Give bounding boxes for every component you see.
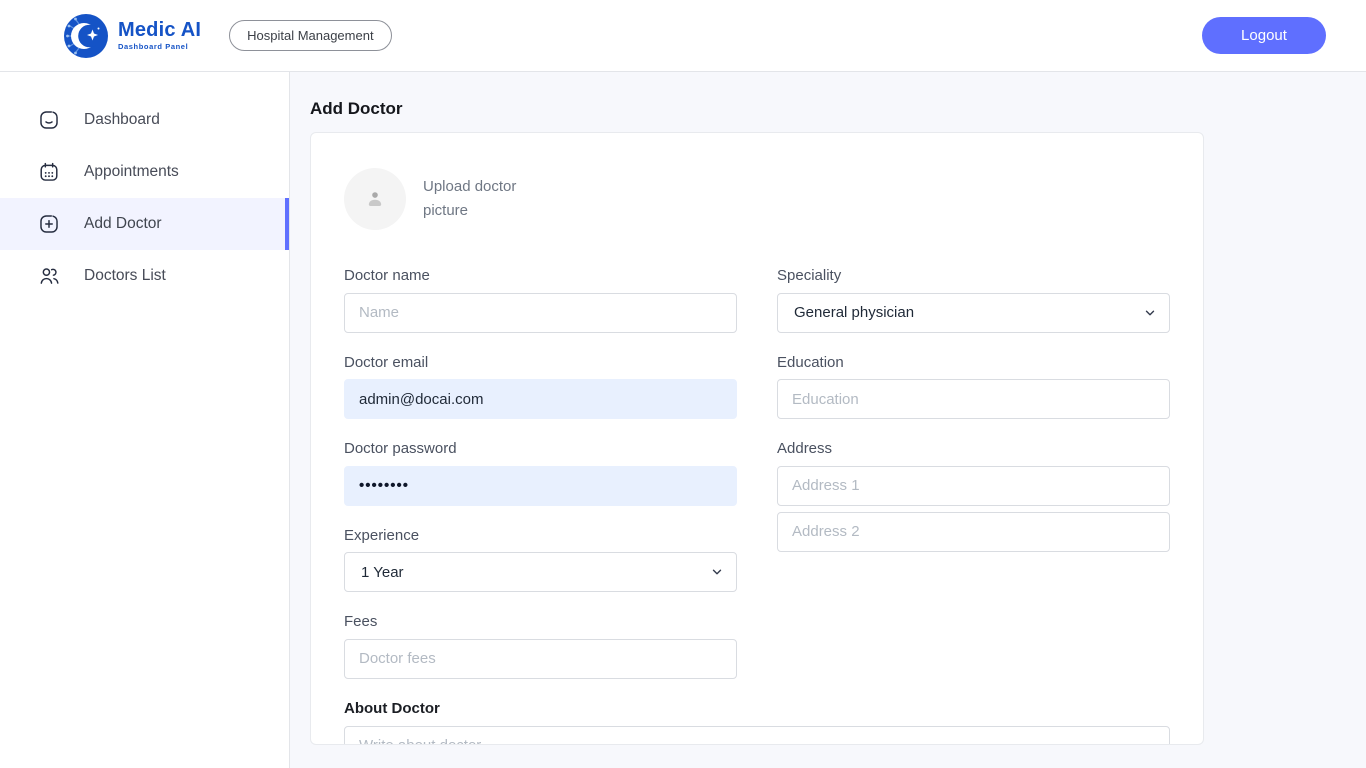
speciality-label: Speciality: [777, 268, 1170, 285]
calendar-icon: [38, 161, 60, 183]
about-doctor-textarea[interactable]: [344, 726, 1170, 745]
sidebar-item-doctors-list[interactable]: Doctors List: [0, 250, 289, 302]
topbar-left: Medic AI Dashboard Panel Hospital Manage…: [62, 12, 392, 60]
add-square-icon: [38, 213, 60, 235]
experience-group: Experience 1 Year: [344, 528, 737, 593]
page-title: Add Doctor: [310, 99, 1366, 119]
sidebar-item-label: Dashboard: [84, 111, 160, 129]
logo-title: Medic AI: [118, 20, 201, 40]
fees-input[interactable]: [344, 639, 737, 679]
address-label: Address: [777, 441, 1170, 458]
sidebar-item-label: Appointments: [84, 163, 179, 181]
education-input[interactable]: [777, 379, 1170, 419]
logout-button[interactable]: Logout: [1202, 17, 1326, 54]
about-doctor-group: About Doctor: [344, 701, 1170, 746]
experience-select[interactable]: 1 Year: [344, 552, 737, 592]
sidebar: Dashboard Appointments: [0, 72, 290, 768]
sidebar-item-appointments[interactable]: Appointments: [0, 146, 289, 198]
doctor-name-label: Doctor name: [344, 268, 737, 285]
address-group: Address: [777, 441, 1170, 552]
sidebar-item-label: Add Doctor: [84, 215, 162, 233]
logo-text: Medic AI Dashboard Panel: [118, 20, 201, 51]
fees-group: Fees: [344, 614, 737, 679]
address-2-input[interactable]: [777, 512, 1170, 552]
add-doctor-form-card: Upload doctor picture Doctor name Doctor…: [310, 132, 1204, 745]
doctor-password-input[interactable]: [344, 466, 737, 506]
address-1-input[interactable]: [777, 466, 1170, 506]
person-icon: [361, 185, 389, 213]
home-icon: [38, 109, 60, 131]
doctor-password-label: Doctor password: [344, 441, 737, 458]
people-icon: [38, 265, 60, 287]
upload-label: Upload doctor picture: [423, 175, 543, 223]
form-columns: Doctor name Doctor email Doctor password…: [344, 268, 1170, 701]
sidebar-item-add-doctor[interactable]: Add Doctor: [0, 198, 289, 250]
logo-subtitle: Dashboard Panel: [118, 43, 201, 51]
logo: Medic AI Dashboard Panel: [62, 12, 201, 60]
doctor-email-label: Doctor email: [344, 355, 737, 372]
doctor-email-input[interactable]: [344, 379, 737, 419]
doctor-name-input[interactable]: [344, 293, 737, 333]
form-column-right: Speciality General physician Education: [777, 268, 1170, 701]
experience-label: Experience: [344, 528, 737, 545]
education-label: Education: [777, 355, 1170, 372]
doctor-name-group: Doctor name: [344, 268, 737, 333]
education-group: Education: [777, 355, 1170, 420]
main-content: Add Doctor Upload doctor picture: [290, 72, 1366, 768]
doctor-password-group: Doctor password: [344, 441, 737, 506]
upload-doctor-picture[interactable]: Upload doctor picture: [344, 168, 1170, 230]
form-column-left: Doctor name Doctor email Doctor password…: [344, 268, 737, 701]
speciality-select[interactable]: General physician: [777, 293, 1170, 333]
topbar: Medic AI Dashboard Panel Hospital Manage…: [0, 0, 1366, 72]
medic-ai-logo-icon: [62, 12, 110, 60]
speciality-group: Speciality General physician: [777, 268, 1170, 333]
doctor-email-group: Doctor email: [344, 355, 737, 420]
sidebar-item-label: Doctors List: [84, 267, 166, 285]
about-doctor-label: About Doctor: [344, 701, 1170, 718]
sidebar-item-dashboard[interactable]: Dashboard: [0, 94, 289, 146]
upload-avatar-placeholder[interactable]: [344, 168, 406, 230]
fees-label: Fees: [344, 614, 737, 631]
role-badge: Hospital Management: [229, 20, 391, 51]
